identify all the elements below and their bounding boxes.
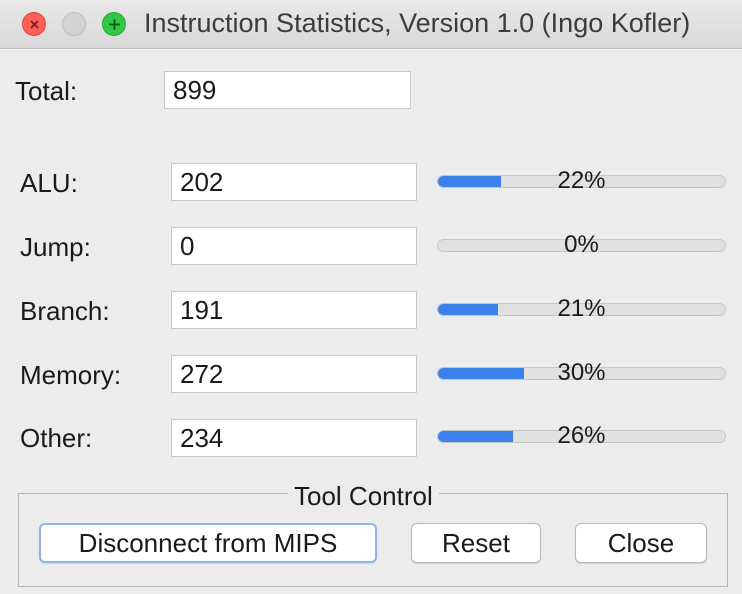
window-minimize-button[interactable] bbox=[62, 12, 86, 36]
window-title: Instruction Statistics, Version 1.0 (Ing… bbox=[144, 8, 691, 38]
jump-percent: 0% bbox=[564, 231, 599, 258]
title-bar: Instruction Statistics, Version 1.0 (Ing… bbox=[0, 0, 742, 49]
jump-count-field[interactable]: 0 bbox=[171, 227, 417, 265]
branch-percent: 21% bbox=[557, 295, 606, 322]
total-label: Total: bbox=[15, 76, 78, 106]
alu-percent: 22% bbox=[557, 167, 606, 194]
reset-button[interactable]: Reset bbox=[411, 523, 541, 563]
other-percent: 26% bbox=[557, 422, 606, 449]
other-count-field[interactable]: 234 bbox=[171, 419, 417, 457]
other-label: Other: bbox=[20, 423, 93, 453]
window-close-button[interactable] bbox=[22, 12, 46, 36]
plus-icon bbox=[109, 19, 120, 30]
jump-label: Jump: bbox=[20, 232, 91, 262]
total-field[interactable]: 899 bbox=[164, 71, 411, 109]
alu-count-field[interactable]: 202 bbox=[171, 163, 417, 201]
branch-count-field[interactable]: 191 bbox=[171, 291, 417, 329]
memory-percent: 30% bbox=[557, 359, 606, 386]
tool-control-legend: Tool Control bbox=[288, 481, 439, 512]
disconnect-button[interactable]: Disconnect from MIPS bbox=[39, 523, 377, 563]
memory-count-field[interactable]: 272 bbox=[171, 355, 417, 393]
memory-label: Memory: bbox=[20, 360, 122, 390]
branch-label: Branch: bbox=[20, 296, 110, 326]
alu-label: ALU: bbox=[20, 168, 78, 198]
close-icon bbox=[30, 20, 39, 29]
close-button[interactable]: Close bbox=[575, 523, 707, 563]
window-zoom-button[interactable] bbox=[102, 12, 126, 36]
